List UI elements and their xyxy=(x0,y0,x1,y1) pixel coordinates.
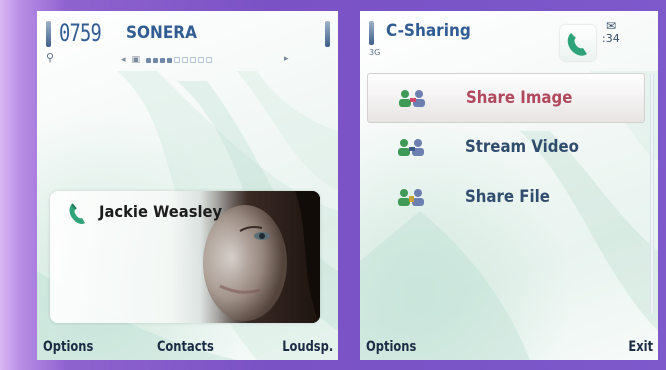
network-type-icon: ⚲ xyxy=(46,51,55,64)
scrollbar[interactable] xyxy=(650,73,654,313)
loudspeaker-softkey[interactable]: Loudsp. xyxy=(282,339,333,355)
status-bar: 0759 SONERA ⚲ ◂ ▣ ▸ xyxy=(37,11,338,71)
exit-softkey[interactable]: Exit xyxy=(628,339,653,355)
volume-right-arrow-icon: ▸ xyxy=(284,54,289,64)
menu-item-label: Share Image xyxy=(466,88,573,108)
caller-name: Jackie Weasley xyxy=(99,202,223,221)
share-file-icon xyxy=(398,189,424,206)
scrollbar-thumb[interactable] xyxy=(650,73,654,313)
sharing-menu: Share Image Stream Video Share File xyxy=(367,73,645,223)
envelope-icon: ✉ xyxy=(606,19,617,33)
phone-handset-icon xyxy=(567,33,587,56)
speaker-volume-icon: ▣ xyxy=(131,55,141,65)
share-image-icon xyxy=(399,90,425,107)
softkey-bar: Options Exit xyxy=(360,326,658,360)
phone-handset-icon xyxy=(65,201,91,227)
battery-level-icon xyxy=(325,21,330,47)
page-title: C-Sharing xyxy=(386,21,471,41)
menu-item-label: Share File xyxy=(465,187,550,207)
menu-item-stream-video[interactable]: Stream Video xyxy=(367,123,645,173)
signal-strength-icon xyxy=(369,21,374,45)
softkey-bar: Options Contacts Loudsp. xyxy=(37,326,338,360)
menu-item-share-file[interactable]: Share File xyxy=(367,173,645,223)
volume-level-indicator xyxy=(146,57,213,63)
active-call-indicator xyxy=(560,25,596,61)
clock: 0759 xyxy=(59,19,102,47)
options-softkey[interactable]: Options xyxy=(43,339,93,355)
signal-strength-icon xyxy=(46,21,51,47)
speaker-volume-control[interactable]: ◂ ▣ xyxy=(121,55,213,65)
menu-item-share-image[interactable]: Share Image xyxy=(367,73,645,123)
menu-item-label: Stream Video xyxy=(465,137,579,157)
contacts-softkey[interactable]: Contacts xyxy=(157,339,214,355)
clock-fragment: :34 xyxy=(602,32,620,45)
status-bar: C-Sharing 3G ✉ :34 xyxy=(360,11,658,71)
options-softkey[interactable]: Options xyxy=(366,339,416,355)
network-3g-label: 3G xyxy=(369,48,381,57)
right-phone-screen: C-Sharing 3G ✉ :34 Share Image Stream Vi… xyxy=(360,11,658,360)
left-phone-screen: 0759 SONERA ⚲ ◂ ▣ ▸ Jackie Weasley Optio… xyxy=(37,11,338,360)
caller-card: Jackie Weasley xyxy=(50,191,320,323)
operator-name: SONERA xyxy=(126,23,197,43)
stream-video-icon xyxy=(398,139,424,156)
volume-left-arrow-icon: ◂ xyxy=(121,55,126,65)
